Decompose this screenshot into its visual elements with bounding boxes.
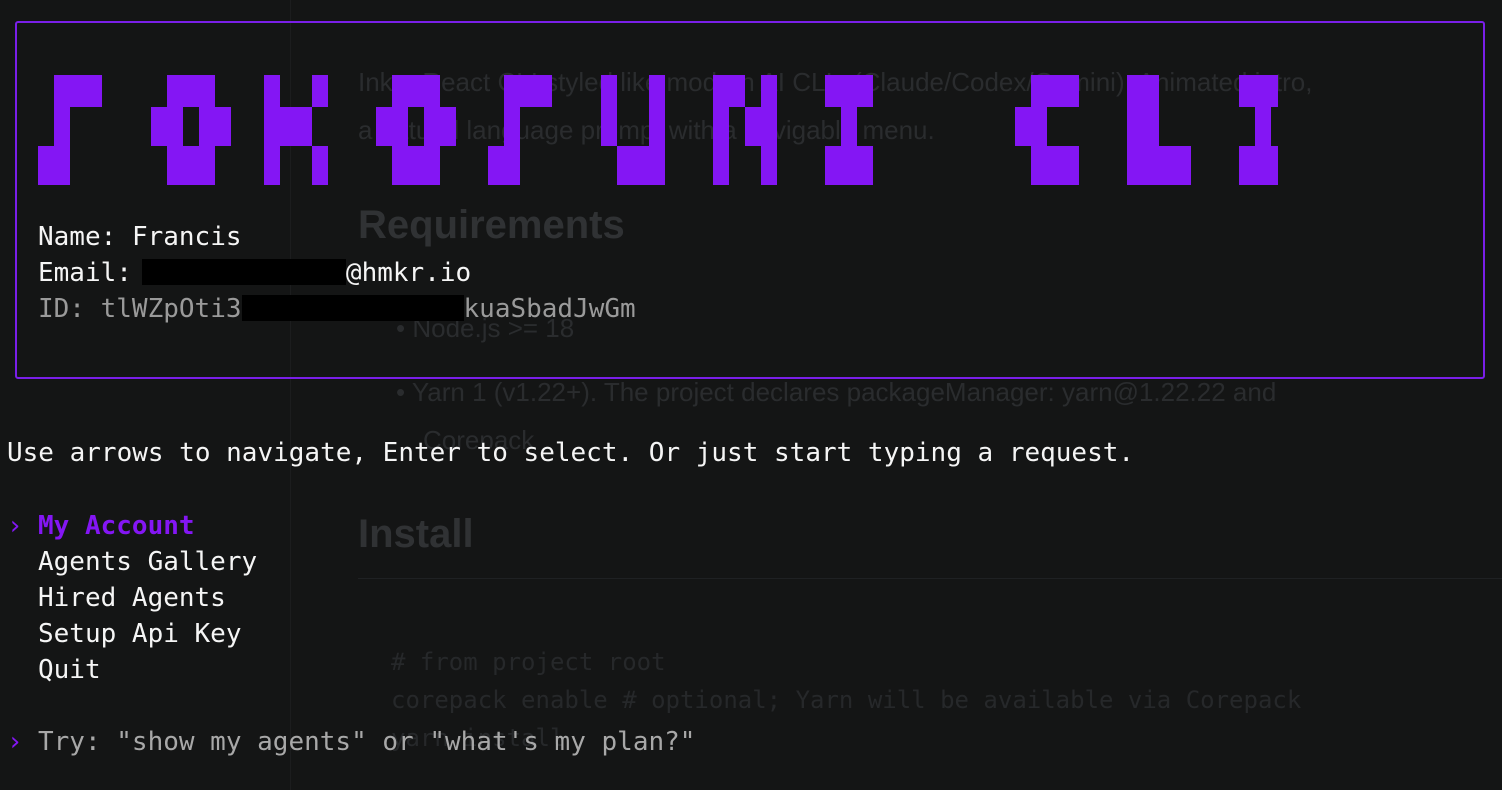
user-email-line: Email: @hmkr.io [38,255,636,291]
menu-item-my-account[interactable]: › My Account [7,508,257,544]
request-input[interactable] [38,727,938,757]
logo-glyph [264,75,328,185]
menu-item-label: Hired Agents [38,583,226,613]
menu-item-hired-agents[interactable]: Hired Agents [7,580,257,616]
user-id-label: ID: [38,294,85,324]
user-id-line: ID: tlWZpOti3 kuaSbadJwGm [38,291,636,327]
menu-item-quit[interactable]: Quit [7,652,257,688]
prompt-line: › [7,725,938,759]
logo-glyph [488,75,552,185]
menu-item-label: Setup Api Key [38,619,242,649]
logo-glyph [1015,75,1079,185]
user-name-value: Francis [131,222,242,252]
menu-item-agents-gallery[interactable]: Agents Gallery [7,544,257,580]
header-banner: Name: Francis Email: @hmkr.io ID: tlWZpOt… [15,21,1485,379]
selection-caret-icon: › [7,511,23,541]
logo-glyph [713,75,777,185]
menu-item-label: Agents Gallery [38,547,258,577]
user-email-label: Email: [38,258,132,288]
user-id-value-suffix: kuaSbadJwGm [463,294,636,324]
menu-item-label: Quit [38,655,101,685]
logo-glyph [1127,75,1191,185]
navigation-instructions: Use arrows to navigate, Enter to select.… [7,438,1135,468]
user-name-label: Name: [38,222,117,252]
user-email-value: @hmkr.io [345,258,472,288]
user-id-value-prefix: tlWZpOti3 [100,294,242,324]
logo-glyph [1239,75,1278,185]
pixel-logo [38,75,1278,185]
menu-item-label: My Account [38,511,195,541]
prompt-caret-icon: › [7,727,23,757]
logo-glyph [376,75,456,185]
logo-glyph [151,75,231,185]
menu-item-setup-api-key[interactable]: Setup Api Key [7,616,257,652]
logo-glyph [825,75,873,185]
logo-glyph [38,75,102,185]
main-menu: › My Account Agents Gallery Hired Agents … [7,508,257,688]
terminal-window: Name: Francis Email: @hmkr.io ID: tlWZpOt… [0,0,1502,790]
redaction-bar [141,258,346,285]
redaction-bar [241,294,464,321]
user-name-line: Name: Francis [38,219,636,255]
logo-glyph [601,75,665,185]
user-info: Name: Francis Email: @hmkr.io ID: tlWZpOt… [38,219,636,327]
